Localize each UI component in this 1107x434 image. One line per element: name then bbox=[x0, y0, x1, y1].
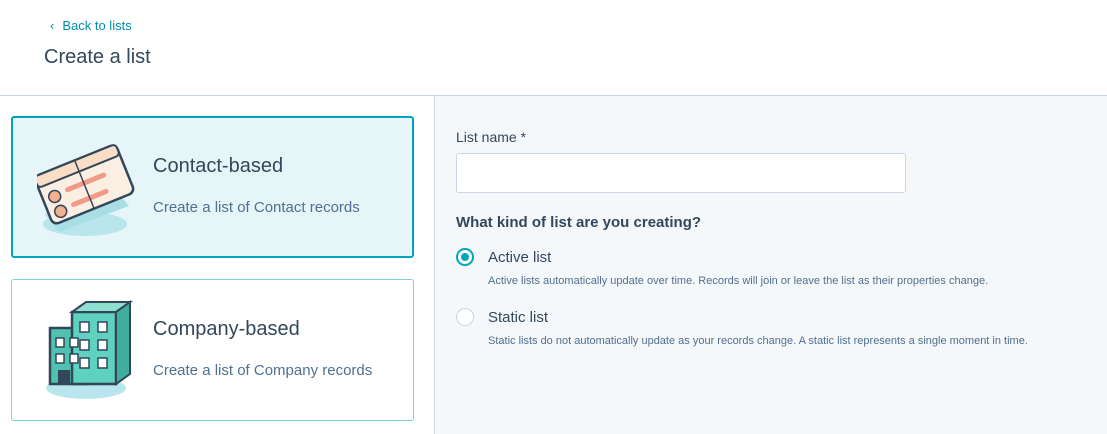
static-list-radio[interactable] bbox=[456, 308, 474, 326]
back-link-label: Back to lists bbox=[62, 18, 132, 33]
chevron-left-icon: ‹ bbox=[50, 18, 55, 33]
list-name-input[interactable] bbox=[456, 153, 906, 193]
active-list-option[interactable]: Active list bbox=[456, 248, 551, 266]
active-list-radio[interactable] bbox=[456, 248, 474, 266]
building-icon bbox=[46, 300, 134, 399]
list-kind-question: What kind of list are you creating? bbox=[456, 214, 702, 231]
card-title: Contact-based bbox=[153, 155, 284, 177]
card-description: Create a list of Company records bbox=[153, 362, 373, 379]
page-header: ‹ Back to lists Create a list bbox=[0, 0, 1107, 96]
list-type-panel: Contact-based Create a list of Contact r… bbox=[0, 96, 435, 434]
page-title: Create a list bbox=[44, 46, 151, 68]
list-name-label: List name * bbox=[456, 129, 527, 145]
list-details-panel: List name * What kind of list are you cr… bbox=[435, 96, 1107, 434]
static-list-label: Static list bbox=[488, 308, 549, 326]
active-list-help: Active lists automatically update over t… bbox=[488, 275, 989, 287]
back-to-lists-link[interactable]: ‹ Back to lists bbox=[50, 18, 132, 33]
card-description: Create a list of Contact records bbox=[153, 199, 360, 216]
company-based-card[interactable]: Company-based Create a list of Company r… bbox=[11, 279, 414, 421]
active-list-label: Active list bbox=[488, 248, 552, 266]
card-title: Company-based bbox=[153, 318, 300, 340]
contact-based-card[interactable]: Contact-based Create a list of Contact r… bbox=[11, 116, 414, 258]
static-list-option[interactable]: Static list bbox=[456, 308, 548, 326]
static-list-help: Static lists do not automatically update… bbox=[488, 335, 1028, 347]
contact-cards-icon bbox=[37, 144, 135, 236]
